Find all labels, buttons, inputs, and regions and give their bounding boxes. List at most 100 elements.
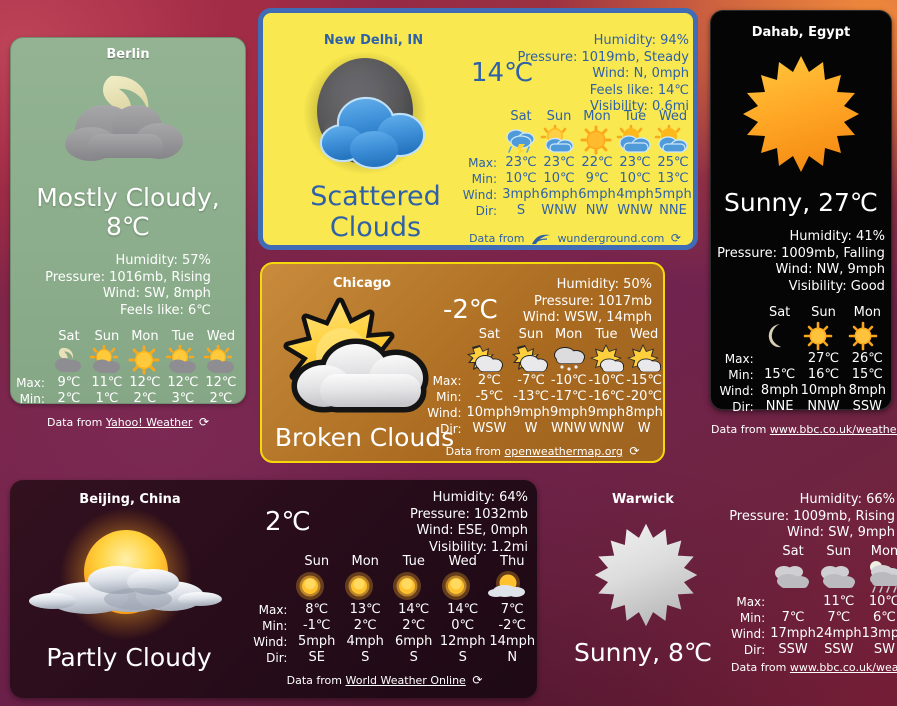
row-value: 11℃: [823, 594, 855, 609]
row-value: 5mph: [654, 187, 692, 202]
current-condition: Scattered Clouds: [310, 181, 441, 243]
panel-title: Chicago: [333, 276, 391, 291]
row-value: -5℃: [475, 389, 504, 404]
sun-behind-cloud-icon: [625, 343, 663, 373]
source-link[interactable]: Yahoo! Weather: [106, 416, 193, 429]
forecast-row: Max: 9℃ 11℃ 12℃ 12℃ 12℃: [16, 375, 240, 391]
row-value: N: [507, 650, 518, 665]
thunderstorm-icon: [502, 125, 540, 155]
row-value: S: [458, 650, 467, 665]
forecast-day: Mon: [555, 327, 583, 342]
forecast-day-row: Sat Sun Mon Tue Wed: [16, 329, 240, 345]
row-value: SW: [873, 642, 896, 657]
detail-pressure: Pressure: 1019mb, Steady: [517, 49, 689, 65]
forecast-day: Mon: [351, 554, 379, 569]
row-value: 2℃: [209, 391, 233, 406]
weather-panel-berlin[interactable]: Berlin Mostly Cloudy, 8℃ Humidity: 57% P…: [10, 37, 246, 429]
data-source: Data from Yahoo! Weather ⟳: [11, 415, 245, 429]
forecast-row: Wind: 5mph 4mph 6mph 12mph 14mph: [242, 634, 537, 650]
row-value: 14℃: [398, 602, 430, 617]
row-label: Max:: [16, 376, 45, 390]
source-prefix: Data from: [711, 423, 767, 436]
detail-humidity: Humidity: 50%: [556, 277, 652, 292]
detail-list: Humidity: 94% Pressure: 1019mb, Steady W…: [513, 33, 689, 116]
row-value: SSW: [852, 399, 883, 414]
sun-behind-cloud-icon: [88, 344, 126, 375]
source-link[interactable]: www.bbc.co.uk/weather: [790, 661, 897, 674]
row-value: 6mph: [578, 187, 616, 202]
sun-icon: [341, 570, 390, 602]
forecast-row: Dir: WSW W WNW WNW W: [426, 421, 663, 437]
row-value: NW: [585, 203, 609, 218]
forecast-day: Mon: [853, 305, 882, 320]
forecast-row: Max: 8℃ 13℃ 14℃ 14℃ 7℃: [242, 602, 537, 618]
row-value: 8mph: [848, 383, 887, 398]
forecast-row: Min: 2℃ 1℃ 2℃ 3℃ 2℃: [16, 391, 240, 407]
row-value: 9mph: [550, 405, 588, 420]
row-value: 3mph: [502, 187, 540, 202]
forecast-table: Sat Sun Mon Tue Wed Max: 9℃ 11℃ 12℃ 12℃ …: [16, 329, 240, 407]
source-link[interactable]: World Weather Online: [346, 674, 466, 687]
weather-panel-warwick[interactable]: Warwick Sunny, 8℃ Humidity: 66% Pressure…: [545, 480, 897, 698]
row-value: -13℃: [513, 389, 549, 404]
row-value: WNW: [588, 421, 625, 436]
weather-panel-beijing[interactable]: Beijing, China Partly Cloudy 2℃ Humidity…: [10, 480, 537, 698]
row-value: -20℃: [626, 389, 663, 404]
forecast-day-row: Sat Sun Mon Tue Wed: [426, 327, 663, 343]
forecast-day: Mon: [131, 329, 159, 344]
forecast-icon-row: [459, 124, 692, 155]
refresh-icon[interactable]: ⟳: [671, 231, 681, 245]
snow-cloud-icon: [550, 343, 588, 373]
row-value: 25℃: [657, 155, 689, 170]
current-condition: Sunny, 8℃: [573, 638, 713, 667]
row-value: SSW: [778, 642, 808, 657]
detail-wind: Wind: SW, 8mph: [102, 286, 211, 301]
sun-behind-cloud-icon: [512, 343, 550, 373]
row-value: 2℃: [133, 391, 157, 406]
forecast-row: Wind: 17mph 24mph 13mph: [731, 626, 897, 642]
sun-icon: [292, 570, 341, 602]
sun-behind-cloud-icon: [466, 343, 513, 373]
current-temperature: 2℃: [265, 507, 311, 537]
forecast-row: Wind: 3mph 6mph 6mph 4mph 5mph: [459, 187, 692, 203]
sun-behind-cloud-icon: [487, 570, 537, 602]
row-value: 2℃: [353, 618, 377, 633]
row-label: Wind:: [731, 627, 766, 641]
forecast-row: Dir: NNE NNW SSW: [714, 399, 889, 415]
source-link[interactable]: wunderground.com: [557, 232, 664, 245]
moon-icon: [759, 321, 801, 351]
forecast-icon-row: [714, 321, 889, 351]
forecast-row: Min: -1℃ 2℃ 2℃ 0℃ -2℃: [242, 618, 537, 634]
detail-pressure: Pressure: 1016mb, Rising: [45, 269, 211, 285]
forecast-row: Min: -5℃ -13℃ -17℃ -16℃ -20℃: [426, 389, 663, 405]
row-label: Dir:: [475, 204, 497, 218]
row-value: 4mph: [346, 634, 384, 649]
refresh-icon[interactable]: ⟳: [199, 415, 209, 429]
row-value: 13℃: [657, 171, 689, 186]
row-label: Dir:: [440, 422, 462, 436]
row-value: 1℃: [95, 391, 119, 406]
detail-wind: Wind: N, 0mph: [592, 66, 689, 81]
weather-panel-new-delhi[interactable]: New Delhi, IN Scattered Clouds 14℃ Humid…: [258, 8, 698, 250]
row-value: 7℃: [500, 602, 524, 617]
source-link[interactable]: www.bbc.co.uk/weather: [770, 423, 897, 436]
source-link[interactable]: openweathermap.org: [504, 445, 622, 458]
refresh-icon[interactable]: ⟳: [472, 673, 482, 687]
current-condition: Partly Cloudy: [46, 643, 212, 672]
panel-title: Berlin: [106, 47, 150, 62]
forecast-row: Max: 23℃ 23℃ 22℃ 23℃ 25℃: [459, 155, 692, 171]
forecast-day: Tue: [623, 109, 647, 124]
current-condition: Sunny, 27℃: [724, 188, 878, 217]
row-value: 13mph: [861, 626, 897, 641]
row-value: W: [637, 421, 651, 436]
weather-panel-dahab[interactable]: Dahab, Egypt Sunny, 27℃ Humidity: 41% Pr…: [710, 10, 897, 436]
refresh-icon[interactable]: ⟳: [629, 444, 639, 458]
row-label: Wind:: [253, 635, 288, 649]
forecast-row: Wind: 10mph 9mph 9mph 9mph 8mph: [426, 405, 663, 421]
sun-icon: [711, 54, 891, 174]
moon-behind-cloud-icon: [50, 345, 88, 375]
row-label: Dir:: [732, 400, 754, 414]
row-value: WSW: [472, 421, 507, 436]
weather-panel-chicago[interactable]: Chicago Broken Clouds -2℃ Humidity: 50% …: [260, 262, 665, 463]
forecast-table: Sat Sun Mon Tue Wed Max: 2℃ -7℃ -10℃ -10…: [426, 327, 663, 437]
